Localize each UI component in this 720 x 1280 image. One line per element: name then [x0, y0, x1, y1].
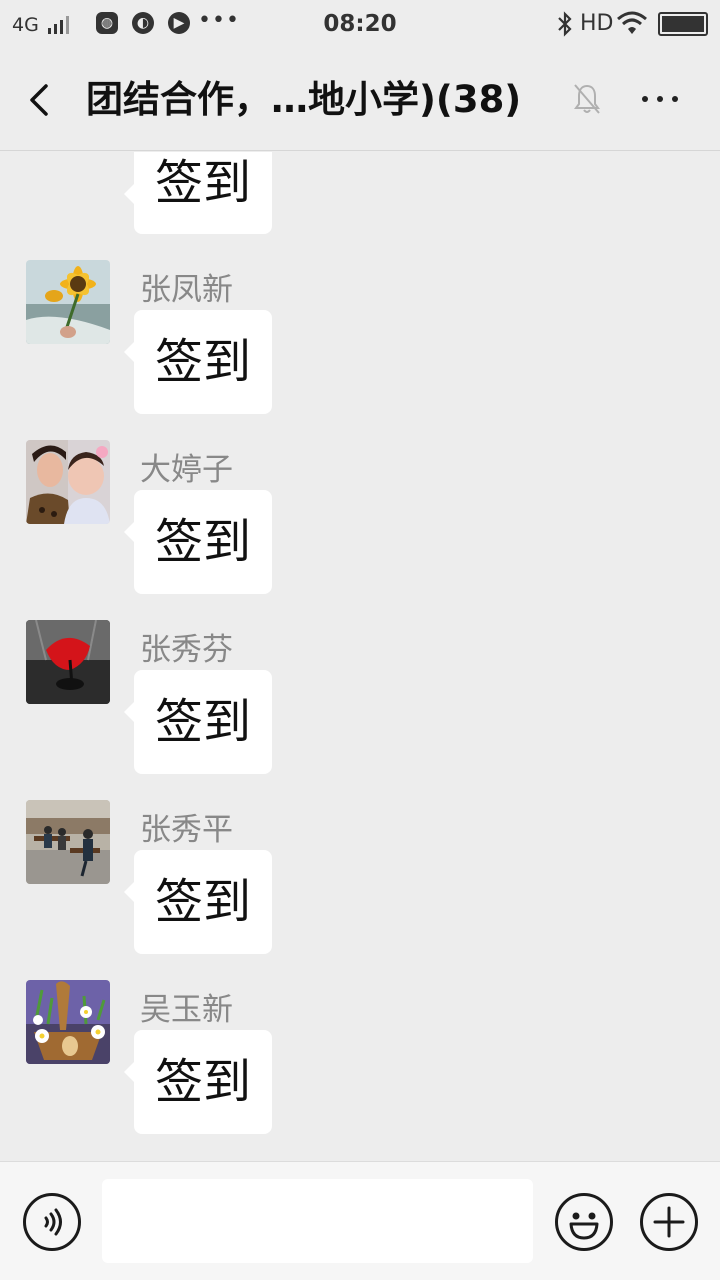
chat-title: 团结合作，…地小学)(38) [86, 78, 522, 121]
sender-name: 张秀平 [140, 812, 233, 848]
emoji-button[interactable] [555, 1193, 613, 1251]
selfie-avatar[interactable] [26, 440, 110, 524]
message-input[interactable] [102, 1179, 533, 1263]
chat-header: 团结合作，…地小学)(38) [0, 50, 720, 151]
sender-name: 张秀芬 [140, 632, 233, 668]
flower-basket-avatar[interactable] [26, 980, 110, 1064]
park-photo-avatar[interactable] [26, 800, 110, 884]
message-list[interactable]: 签到 张凤新 签到 大婷子 签到 张秀芬 签到 张秀平 签到 吴玉新 签到 [0, 152, 720, 1161]
message-bubble[interactable]: 签到 [124, 670, 272, 774]
avatar[interactable] [26, 152, 110, 164]
more-functions-button[interactable] [640, 1193, 698, 1251]
message-item: 吴玉新 签到 [0, 980, 720, 1160]
message-item: 张秀芬 签到 [0, 620, 720, 800]
emoji-icon [569, 1212, 599, 1240]
more-options-icon[interactable] [636, 84, 684, 114]
sender-name: 张凤新 [140, 272, 233, 308]
hd-indicator: HD [580, 11, 614, 36]
wifi-icon [617, 11, 647, 34]
sender-name: 吴玉新 [140, 992, 233, 1028]
voice-icon [44, 1208, 62, 1236]
voice-input-button[interactable] [23, 1193, 81, 1251]
sender-name: 大婷子 [140, 452, 233, 488]
status-bar: 4G ◍ ◐ ▶ ••• 08:20 HD [0, 0, 720, 50]
message-bubble[interactable]: 签到 [124, 310, 272, 414]
message-bubble[interactable]: 签到 [124, 850, 272, 954]
bluetooth-icon [558, 11, 572, 37]
message-bubble[interactable]: 签到 [124, 490, 272, 594]
message-bubble[interactable]: 签到 [124, 1030, 272, 1134]
message-item: 张秀平 签到 [0, 800, 720, 980]
input-bar [0, 1161, 720, 1280]
message-item: 大婷子 签到 [0, 440, 720, 620]
back-icon[interactable] [24, 80, 58, 120]
battery-icon [658, 12, 708, 36]
plus-icon [653, 1206, 685, 1238]
sunflower-avatar[interactable] [26, 260, 110, 344]
chat-screen: 4G ◍ ◐ ▶ ••• 08:20 HD 团结合作，…地小学)(38) 签到 … [0, 0, 720, 1280]
message-bubble[interactable]: 签到 [124, 152, 272, 234]
mute-bell-icon [574, 84, 600, 114]
red-umbrella-avatar[interactable] [26, 620, 110, 704]
message-item: 张凤新 签到 [0, 260, 720, 440]
